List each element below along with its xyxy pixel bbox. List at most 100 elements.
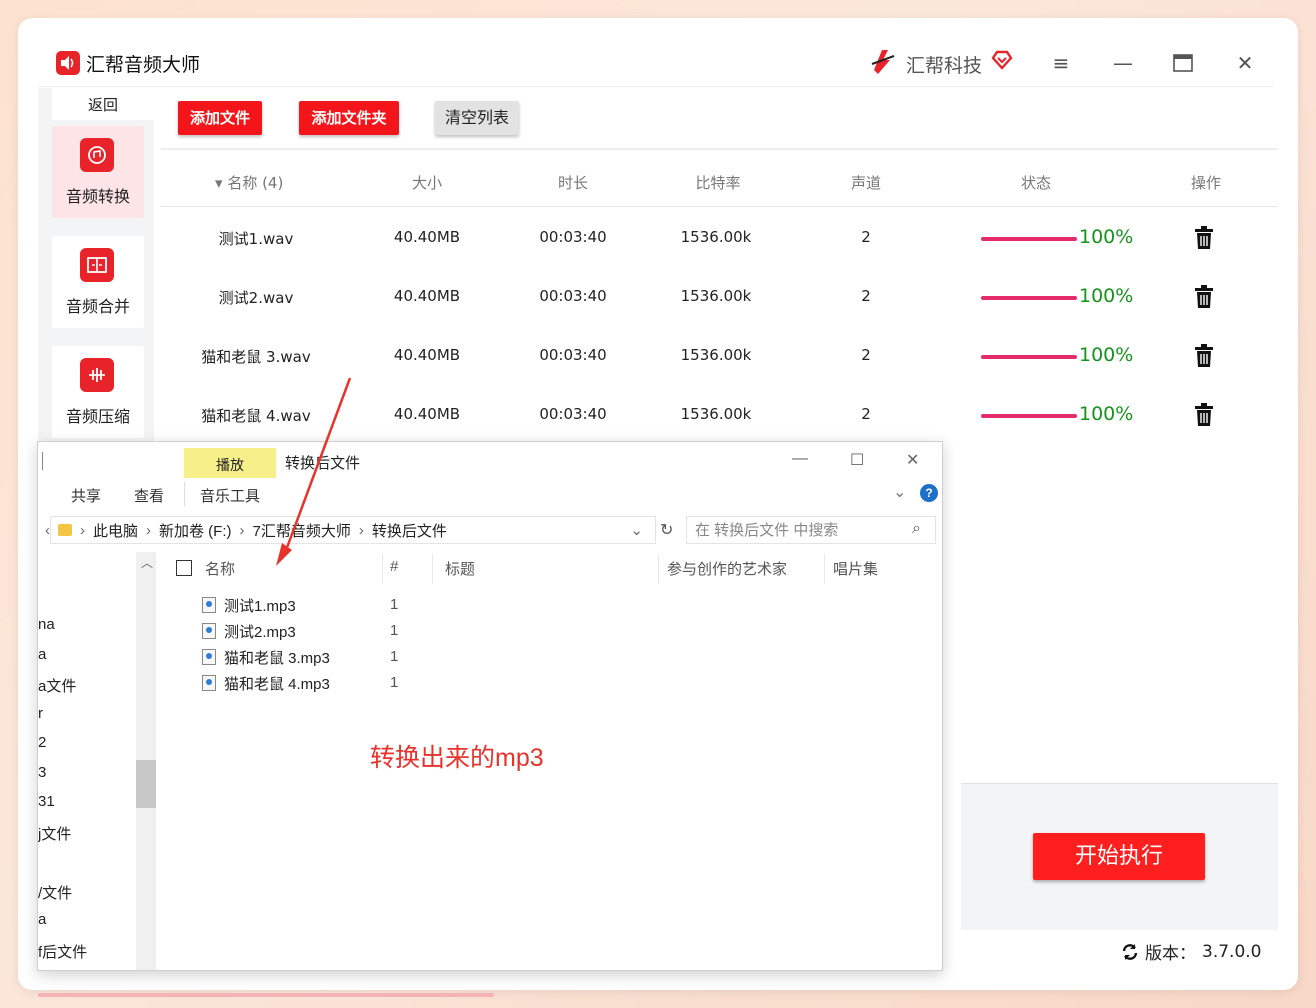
nav-item[interactable]: 31 [38, 793, 55, 810]
nav-item[interactable]: a文件 [38, 675, 76, 696]
nav-item[interactable]: /文件 [38, 882, 72, 903]
tab-play[interactable]: 播放 [184, 448, 276, 478]
nav-item[interactable]: a [38, 911, 46, 928]
file-channels: 2 [861, 287, 871, 305]
delete-icon[interactable] [1193, 344, 1215, 368]
audio-compress-icon [80, 358, 114, 392]
chevron-down-icon[interactable]: ⌄ [630, 521, 643, 539]
maximize-icon[interactable]: ☐ [850, 450, 864, 470]
back-button[interactable]: 返回 [52, 88, 154, 120]
column-separator[interactable] [658, 554, 659, 584]
menu-icon[interactable]: ≡ [1046, 48, 1076, 78]
column-name[interactable]: ▾ 名称 (4) [215, 172, 315, 193]
ribbon-music-tools[interactable]: 音乐工具 [200, 485, 260, 506]
quick-access-separator [42, 452, 43, 470]
sidebar-item-audio-merge[interactable]: 音频合并 [52, 236, 144, 328]
sort-indicator-icon: ▾ [215, 174, 223, 192]
vip-badge-icon[interactable] [990, 48, 1014, 72]
sidebar: 返回 音频转换 音频合并 音频压缩 [38, 88, 154, 443]
minimize-icon[interactable]: — [792, 450, 808, 468]
nav-item[interactable]: na [38, 616, 55, 633]
table-row[interactable]: 测试1.wav 40.40MB 00:03:40 1536.00k 2 100% [161, 208, 1278, 267]
column-separator[interactable] [432, 554, 433, 584]
column-name[interactable]: 名称 [205, 558, 235, 579]
column-size[interactable]: 大小 [397, 172, 457, 193]
nav-item[interactable]: r [38, 705, 43, 722]
breadcrumb-output-folder[interactable]: 转换后文件 [372, 520, 447, 541]
column-separator[interactable] [382, 554, 383, 584]
delete-icon[interactable] [1193, 403, 1215, 427]
chevron-right-icon: › [80, 521, 85, 539]
sidebar-item-audio-compress[interactable]: 音频压缩 [52, 346, 144, 438]
chevron-down-icon[interactable]: ⌄ [893, 482, 906, 502]
scroll-up-icon[interactable]: ︿ [141, 554, 153, 571]
brand-logo-icon [871, 50, 895, 74]
audio-merge-icon [80, 248, 114, 282]
mp3-file-icon [202, 675, 216, 691]
column-number[interactable]: # [390, 558, 398, 575]
file-channels: 2 [861, 228, 871, 246]
refresh-icon[interactable] [1121, 943, 1139, 961]
app-title: 汇帮音频大师 [86, 54, 201, 76]
ribbon-view[interactable]: 查看 [134, 485, 164, 506]
file-size: 40.40MB [393, 346, 461, 364]
file-bitrate: 1536.00k [680, 228, 752, 246]
list-item[interactable]: 猫和老鼠 4.mp3 [202, 671, 330, 695]
column-channels[interactable]: 声道 [836, 172, 896, 193]
nav-scrollbar-thumb[interactable] [136, 760, 156, 808]
refresh-icon[interactable]: ↻ [660, 520, 673, 540]
add-file-button[interactable]: 添加文件 [178, 101, 262, 135]
minimize-icon[interactable]: — [1108, 48, 1138, 78]
maximize-icon[interactable] [1168, 48, 1198, 78]
header-divider [161, 206, 1278, 207]
column-separator[interactable] [824, 554, 825, 584]
file-name: 猫和老鼠 3.mp3 [224, 649, 330, 667]
add-folder-button[interactable]: 添加文件夹 [299, 101, 399, 135]
start-button[interactable]: 开始执行 [1033, 833, 1205, 880]
file-name: 猫和老鼠 4.wav [201, 407, 311, 425]
file-name: 猫和老鼠 4.mp3 [224, 675, 330, 693]
sidebar-item-audio-convert[interactable]: 音频转换 [52, 126, 144, 218]
file-name: 测试1.wav [218, 230, 294, 248]
clear-list-button[interactable]: 清空列表 [435, 101, 519, 135]
column-bitrate[interactable]: 比特率 [683, 172, 753, 193]
file-name: 测试2.mp3 [224, 623, 296, 641]
table-row[interactable]: 测试2.wav 40.40MB 00:03:40 1536.00k 2 100% [161, 267, 1278, 326]
file-duration: 00:03:40 [539, 346, 607, 364]
nav-item[interactable]: j文件 [38, 823, 71, 844]
ribbon-share[interactable]: 共享 [71, 485, 101, 506]
list-item[interactable]: 测试2.mp3 [202, 619, 296, 643]
nav-item[interactable]: 2 [38, 734, 46, 751]
address-bar[interactable]: ‹ › 此电脑 › 新加卷 (F:) › 7汇帮音频大师 › 转换后文件 ⌄ [45, 516, 656, 544]
search-icon[interactable]: ⌕ [912, 520, 921, 538]
column-duration[interactable]: 时长 [543, 172, 603, 193]
close-icon[interactable]: ✕ [906, 450, 919, 470]
breadcrumb-this-pc[interactable]: 此电脑 [93, 520, 138, 541]
column-album[interactable]: 唱片集 [833, 558, 878, 579]
breadcrumb-drive[interactable]: 新加卷 (F:) [159, 520, 232, 541]
list-item[interactable]: 猫和老鼠 3.mp3 [202, 645, 330, 669]
delete-icon[interactable] [1193, 226, 1215, 250]
chevron-left-icon[interactable]: ‹ [45, 522, 50, 539]
delete-icon[interactable] [1193, 285, 1215, 309]
close-icon[interactable]: ✕ [1230, 48, 1260, 78]
table-row[interactable]: 猫和老鼠 4.wav 40.40MB 00:03:40 1536.00k 2 1… [161, 385, 1278, 444]
nav-item[interactable]: f后文件 [38, 941, 87, 962]
track-number: 1 [390, 596, 399, 613]
column-artist[interactable]: 参与创作的艺术家 [667, 558, 787, 579]
file-size: 40.40MB [393, 287, 461, 305]
column-title[interactable]: 标题 [445, 558, 475, 579]
table-row[interactable]: 猫和老鼠 3.wav 40.40MB 00:03:40 1536.00k 2 1… [161, 326, 1278, 385]
select-all-checkbox[interactable] [176, 560, 192, 576]
list-item[interactable]: 测试1.mp3 [202, 593, 296, 617]
progress-percent: 100% [1079, 403, 1134, 425]
nav-item[interactable]: 3 [38, 764, 46, 781]
bottom-progress-bar [38, 993, 494, 997]
breadcrumb-app-folder[interactable]: 7汇帮音频大师 [253, 520, 351, 541]
title-bar: 汇帮音频大师 汇帮科技 ≡ — ✕ [18, 18, 1298, 88]
search-input[interactable]: 在 转换后文件 中搜索 [686, 516, 936, 544]
help-icon[interactable]: ? [920, 484, 938, 502]
nav-item[interactable]: a [38, 646, 46, 663]
track-number: 1 [390, 674, 399, 691]
titlebar-divider [38, 86, 1273, 87]
